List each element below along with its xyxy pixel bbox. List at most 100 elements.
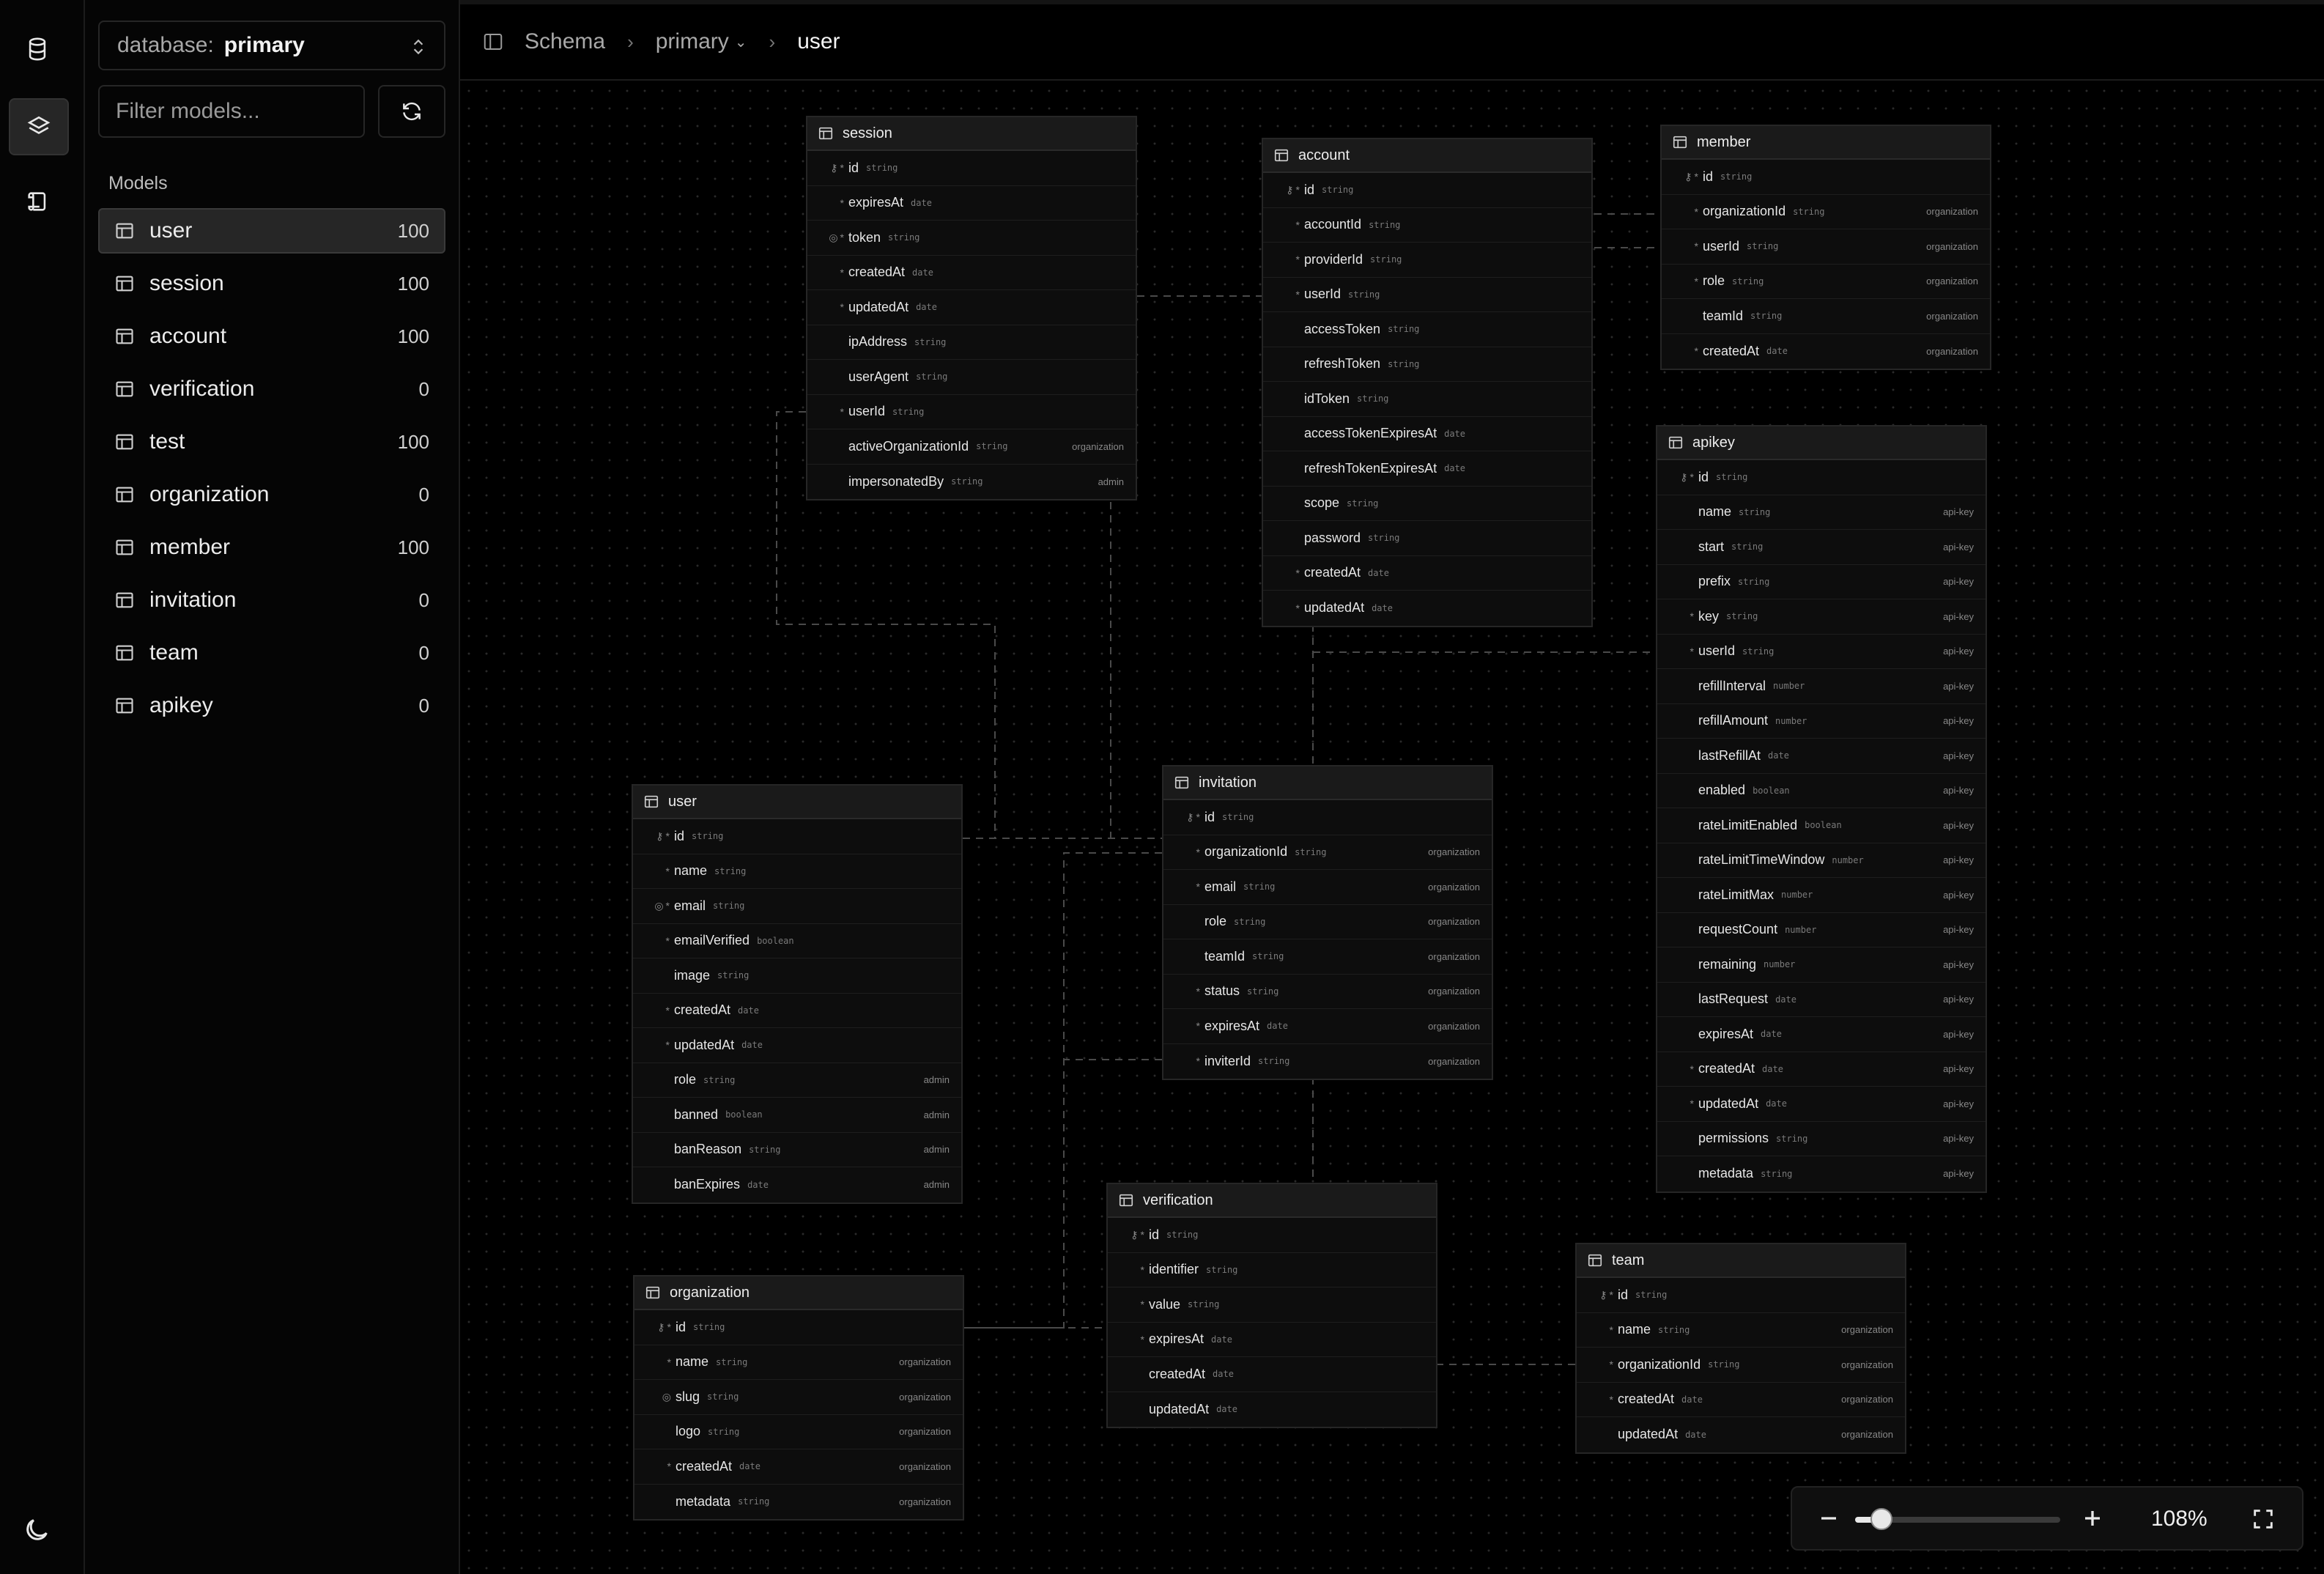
table-field[interactable]: prefix string api-key xyxy=(1657,565,1986,599)
table-field[interactable]: * expiresAt date organization xyxy=(1163,1009,1492,1044)
table-field[interactable]: accessTokenExpiresAt date xyxy=(1263,417,1591,451)
table-field[interactable]: updatedAt date xyxy=(1108,1392,1436,1427)
table-field[interactable]: * createdAt date api-key xyxy=(1657,1052,1986,1087)
table-field[interactable]: * userId string organization xyxy=(1662,229,1990,265)
table-field[interactable]: role string admin xyxy=(633,1063,961,1098)
table-field[interactable]: ipAddress string xyxy=(807,325,1136,360)
table-field[interactable]: * updatedAt date xyxy=(633,1028,961,1063)
table-field[interactable]: * email string organization xyxy=(1163,870,1492,905)
table-field[interactable]: * createdAt date organization xyxy=(634,1449,963,1485)
table-node-invitation[interactable]: invitation ⚷ * id string * organizationId strin… xyxy=(1162,765,1493,1080)
table-node-apikey[interactable]: apikey ⚷ * id string name string api-key start st… xyxy=(1656,425,1987,1193)
zoom-in-icon[interactable] xyxy=(2078,1504,2107,1533)
table-node-user[interactable]: user ⚷ * id string * name string ◎ * email string * e… xyxy=(632,784,963,1204)
table-field[interactable]: lastRefillAt date api-key xyxy=(1657,739,1986,774)
table-field[interactable]: ◎ slug string organization xyxy=(634,1380,963,1415)
table-field[interactable]: * value string xyxy=(1108,1287,1436,1323)
breadcrumb-database[interactable]: primary xyxy=(656,29,729,54)
fullscreen-icon[interactable] xyxy=(2251,1507,2276,1531)
table-field[interactable]: logo string organization xyxy=(634,1415,963,1449)
sidebar-item-member[interactable]: member 100 xyxy=(98,525,445,570)
table-field[interactable]: impersonatedBy string admin xyxy=(807,465,1136,500)
table-field[interactable]: * createdAt date organization xyxy=(1577,1383,1905,1417)
table-field[interactable]: banReason string admin xyxy=(633,1133,961,1167)
table-field[interactable]: name string api-key xyxy=(1657,495,1986,530)
table-field[interactable]: requestCount number api-key xyxy=(1657,913,1986,947)
sidebar-item-user[interactable]: user 100 xyxy=(98,208,445,254)
table-field[interactable]: * updatedAt date xyxy=(807,290,1136,325)
sidebar-toggle-icon[interactable] xyxy=(482,31,504,53)
table-node-header[interactable]: account xyxy=(1263,139,1591,173)
table-field[interactable]: enabled boolean api-key xyxy=(1657,774,1986,808)
table-field[interactable]: refreshTokenExpiresAt date xyxy=(1263,451,1591,487)
table-field[interactable]: * status string organization xyxy=(1163,975,1492,1009)
table-field[interactable]: metadata string organization xyxy=(634,1485,963,1520)
table-node-team[interactable]: team ⚷ * id string * name string organization * or… xyxy=(1575,1243,1906,1454)
table-node-member[interactable]: member ⚷ * id string * organizationId string org… xyxy=(1660,125,1991,370)
table-field[interactable]: ⚷ * id string xyxy=(634,1310,963,1345)
table-field[interactable]: * createdAt date xyxy=(1263,556,1591,591)
table-node-header[interactable]: team xyxy=(1577,1244,1905,1278)
table-field[interactable]: * updatedAt date api-key xyxy=(1657,1087,1986,1122)
table-node-account[interactable]: account ⚷ * id string * accountId string * provid… xyxy=(1262,138,1593,627)
table-field[interactable]: * createdAt date organization xyxy=(1662,334,1990,369)
zoom-out-icon[interactable] xyxy=(1814,1504,1843,1533)
table-field[interactable]: * inviterId string organization xyxy=(1163,1044,1492,1079)
table-field[interactable]: ⚷ * id string xyxy=(1263,173,1591,208)
table-field[interactable]: accessToken string xyxy=(1263,312,1591,347)
table-node-session[interactable]: session ⚷ * id string * expiresAt date ◎ * token st… xyxy=(806,116,1137,500)
table-node-header[interactable]: session xyxy=(807,117,1136,151)
table-field[interactable]: refillAmount number api-key xyxy=(1657,704,1986,739)
table-field[interactable]: * name string xyxy=(633,854,961,889)
table-field[interactable]: ⚷ * id string xyxy=(1108,1218,1436,1253)
zoom-slider-handle[interactable] xyxy=(1870,1508,1893,1530)
table-field[interactable]: * organizationId string organization xyxy=(1577,1348,1905,1383)
table-field[interactable]: * updatedAt date xyxy=(1263,591,1591,626)
database-select[interactable]: database: primary xyxy=(98,21,445,70)
table-field[interactable]: * role string organization xyxy=(1662,265,1990,299)
sidebar-item-team[interactable]: team 0 xyxy=(98,630,445,676)
table-node-header[interactable]: apikey xyxy=(1657,426,1986,460)
table-field[interactable]: permissions string api-key xyxy=(1657,1122,1986,1156)
table-node-header[interactable]: user xyxy=(633,786,961,819)
table-field[interactable]: updatedAt date organization xyxy=(1577,1417,1905,1452)
table-node-organization[interactable]: organization ⚷ * id string * name string organiz… xyxy=(633,1275,964,1521)
table-field[interactable]: * userId string api-key xyxy=(1657,635,1986,669)
breadcrumb-schema[interactable]: Schema xyxy=(525,29,605,54)
table-field[interactable]: * identifier string xyxy=(1108,1253,1436,1287)
table-field[interactable]: image string xyxy=(633,958,961,994)
table-field[interactable]: rateLimitEnabled boolean api-key xyxy=(1657,808,1986,843)
table-field[interactable]: * organizationId string organization xyxy=(1662,195,1990,229)
table-node-header[interactable]: member xyxy=(1662,126,1990,160)
table-field[interactable]: start string api-key xyxy=(1657,530,1986,565)
table-field[interactable]: lastRequest date api-key xyxy=(1657,983,1986,1017)
table-field[interactable]: ⚷ * id string xyxy=(1163,800,1492,835)
table-field[interactable]: refreshToken string xyxy=(1263,347,1591,382)
table-node-header[interactable]: invitation xyxy=(1163,766,1492,800)
table-field[interactable]: userAgent string xyxy=(807,360,1136,395)
table-field[interactable]: role string organization xyxy=(1163,905,1492,939)
table-field[interactable]: * createdAt date xyxy=(633,994,961,1028)
table-field[interactable]: activeOrganizationId string organization xyxy=(807,429,1136,465)
table-field[interactable]: * userId string xyxy=(1263,278,1591,312)
table-node-verification[interactable]: verification ⚷ * id string * identifier string *… xyxy=(1106,1183,1437,1428)
sidebar-item-invitation[interactable]: invitation 0 xyxy=(98,577,445,623)
sidebar-item-session[interactable]: session 100 xyxy=(98,261,445,306)
table-field[interactable]: teamId string organization xyxy=(1662,299,1990,334)
table-field[interactable]: ⚷ * id string xyxy=(1662,160,1990,195)
table-field[interactable]: banned boolean admin xyxy=(633,1098,961,1133)
table-field[interactable]: rateLimitTimeWindow number api-key xyxy=(1657,843,1986,878)
table-field[interactable]: ⚷ * id string xyxy=(633,819,961,854)
table-field[interactable]: ⚷ * id string xyxy=(1577,1278,1905,1313)
table-field[interactable]: scope string xyxy=(1263,487,1591,521)
table-field[interactable]: expiresAt date api-key xyxy=(1657,1017,1986,1052)
table-field[interactable]: banExpires date admin xyxy=(633,1167,961,1202)
table-field[interactable]: * name string organization xyxy=(634,1345,963,1380)
refresh-button[interactable] xyxy=(378,85,445,138)
sidebar-item-test[interactable]: test 100 xyxy=(98,419,445,465)
table-node-header[interactable]: organization xyxy=(634,1276,963,1310)
sidebar-item-apikey[interactable]: apikey 0 xyxy=(98,683,445,728)
table-field[interactable]: idToken string xyxy=(1263,382,1591,417)
table-node-header[interactable]: verification xyxy=(1108,1184,1436,1218)
table-field[interactable]: * expiresAt date xyxy=(1108,1323,1436,1357)
